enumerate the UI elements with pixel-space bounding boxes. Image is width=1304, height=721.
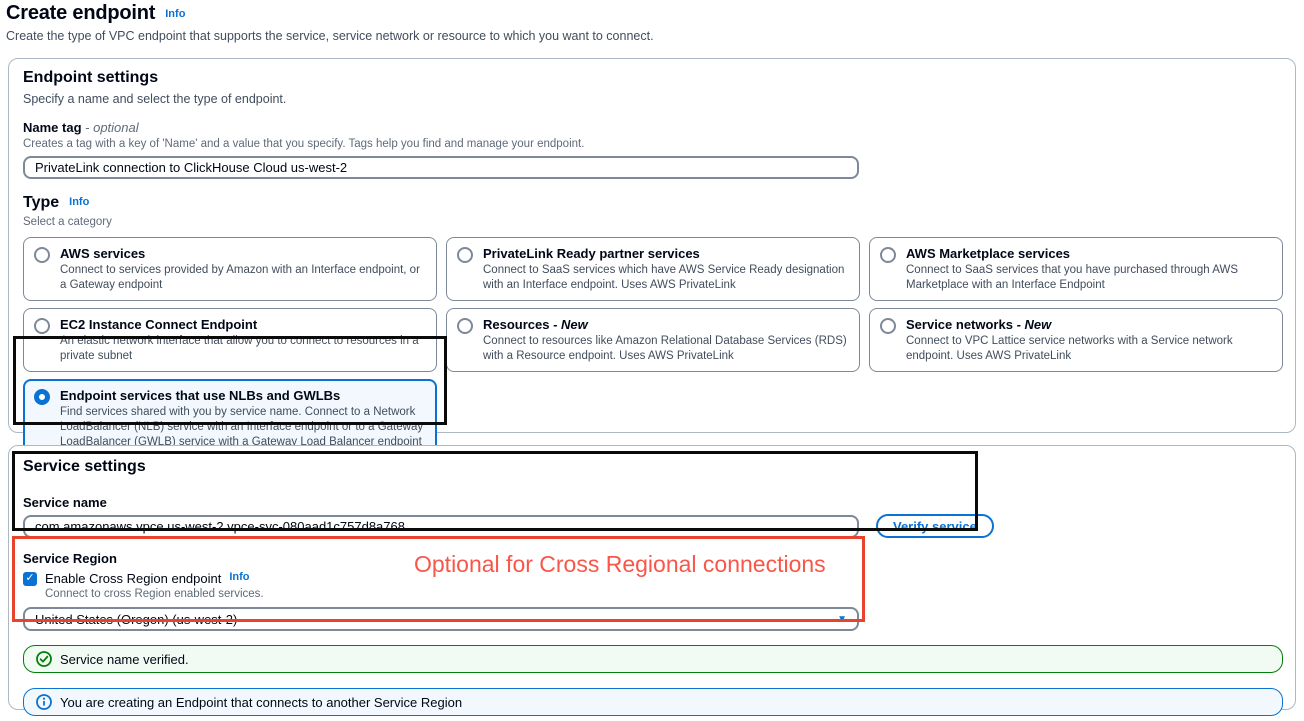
checkmark-icon: ✓ xyxy=(25,573,34,584)
radio-unselected-icon xyxy=(880,247,896,263)
service-region-selected-value: United States (Oregon) (us-west-2) xyxy=(35,612,237,627)
endpoint-settings-description: Specify a name and select the type of en… xyxy=(23,91,1281,107)
service-verified-text: Service name verified. xyxy=(60,652,189,667)
cross-region-info-link[interactable]: Info xyxy=(229,571,249,583)
endpoint-settings-heading: Endpoint settings xyxy=(23,67,1281,89)
page-title-info-link[interactable]: Info xyxy=(165,8,185,20)
type-info-link[interactable]: Info xyxy=(69,196,89,208)
verify-service-button[interactable]: Verify service xyxy=(876,514,994,538)
page-header: Create endpoint Info Create the type of … xyxy=(6,2,654,43)
name-tag-label: Name tag - optional xyxy=(23,120,1281,136)
service-settings-card: Service settings Service name Verify ser… xyxy=(8,445,1296,710)
radio-unselected-icon xyxy=(34,247,50,263)
page-title: Create endpoint xyxy=(6,2,155,25)
radio-unselected-icon xyxy=(457,318,473,334)
success-check-icon xyxy=(36,651,52,667)
radio-unselected-icon xyxy=(880,318,896,334)
service-name-label: Service name xyxy=(23,495,1281,511)
tile-privatelink-partner-services[interactable]: PrivateLink Ready partner services Conne… xyxy=(446,237,860,301)
tile-resources[interactable]: Resources - New Connect to resources lik… xyxy=(446,308,860,372)
tile-ec2-instance-connect-endpoint[interactable]: EC2 Instance Connect Endpoint An elastic… xyxy=(23,308,437,372)
info-circle-icon xyxy=(36,694,52,710)
radio-unselected-icon xyxy=(34,318,50,334)
type-heading: Type xyxy=(23,192,59,214)
endpoint-settings-card: Endpoint settings Specify a name and sel… xyxy=(8,58,1296,433)
cross-region-info-text: You are creating an Endpoint that connec… xyxy=(60,695,462,710)
radio-selected-icon xyxy=(34,389,50,405)
service-verified-alert: Service name verified. xyxy=(23,645,1283,673)
name-tag-optional: - optional xyxy=(82,120,139,135)
cross-region-checkbox-label: Enable Cross Region endpoint xyxy=(45,571,221,586)
type-description: Select a category xyxy=(23,215,1281,229)
name-tag-help: Creates a tag with a key of 'Name' and a… xyxy=(23,137,1281,151)
service-region-label: Service Region xyxy=(23,551,1281,567)
chevron-down-icon: ▼ xyxy=(837,614,847,625)
create-endpoint-page: Create endpoint Info Create the type of … xyxy=(0,0,1304,721)
service-settings-heading: Service settings xyxy=(23,456,1281,478)
radio-unselected-icon xyxy=(457,247,473,263)
page-subtitle: Create the type of VPC endpoint that sup… xyxy=(6,29,654,43)
cross-region-checkbox[interactable]: ✓ xyxy=(23,572,37,586)
cross-region-info-alert: You are creating an Endpoint that connec… xyxy=(23,688,1283,716)
tile-aws-marketplace-services[interactable]: AWS Marketplace services Connect to SaaS… xyxy=(869,237,1283,301)
service-region-select[interactable]: United States (Oregon) (us-west-2) ▼ xyxy=(23,607,859,631)
cross-region-help: Connect to cross Region enabled services… xyxy=(45,587,1281,601)
service-name-input[interactable] xyxy=(23,515,859,538)
type-tile-grid: AWS services Connect to services provide… xyxy=(23,237,1281,458)
name-tag-input[interactable] xyxy=(23,156,859,179)
tile-aws-services[interactable]: AWS services Connect to services provide… xyxy=(23,237,437,301)
tile-service-networks[interactable]: Service networks - New Connect to VPC La… xyxy=(869,308,1283,372)
